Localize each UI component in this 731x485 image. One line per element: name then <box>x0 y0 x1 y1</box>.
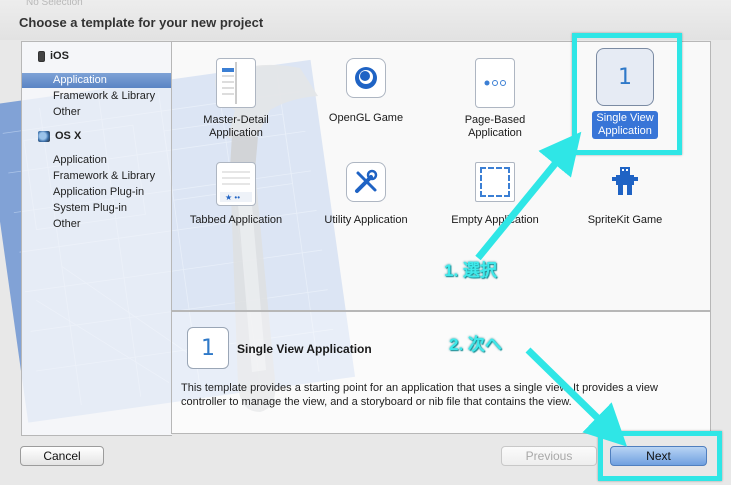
template-label: SpriteKit Game <box>587 214 663 226</box>
cancel-button[interactable]: Cancel <box>20 446 104 466</box>
sidebar-item-osx-application-plugin[interactable]: Application Plug-in <box>22 185 172 200</box>
dialog-heading: Choose a template for your new project <box>19 15 264 30</box>
sidebar-group-ios: iOS <box>38 50 69 62</box>
template-spritekit[interactable]: SpriteKit Game <box>560 162 690 228</box>
template-label: Utility Application <box>324 214 408 226</box>
iphone-icon <box>38 50 45 62</box>
template-label: Master-Detail Application <box>203 114 269 139</box>
annotation-step1: 1. 選択 <box>444 261 497 280</box>
window-title: No Selection <box>26 0 83 8</box>
template-label: Page-Based Application <box>464 114 526 139</box>
sidebar-item-ios-framework-library[interactable]: Framework & Library <box>22 89 172 104</box>
sidebar-item-ios-other[interactable]: Other <box>22 105 172 120</box>
template-master-detail[interactable]: Master-Detail Application <box>171 58 301 141</box>
osx-icon <box>38 130 50 142</box>
template-description-panel: 1 Single View Application This template … <box>171 311 711 434</box>
svg-text:★ ••: ★ •• <box>225 193 240 202</box>
template-label: Tabbed Application <box>189 214 283 226</box>
sidebar-group-label: OS X <box>55 130 82 142</box>
sidebar-item-osx-system-plugin[interactable]: System Plug-in <box>22 201 172 216</box>
previous-button[interactable]: Previous <box>501 446 597 466</box>
sidebar-group-label: iOS <box>50 50 69 62</box>
template-tabbed[interactable]: ★ •• Tabbed Application <box>171 162 301 228</box>
sidebar-item-osx-framework-library[interactable]: Framework & Library <box>22 169 172 184</box>
template-opengl-game[interactable]: OpenGL Game <box>301 58 431 126</box>
utility-icon <box>346 162 386 202</box>
description-title: Single View Application <box>237 342 372 356</box>
tabbed-icon: ★ •• <box>216 162 256 206</box>
highlight-box-next <box>598 431 722 481</box>
single-view-icon: 1 <box>187 327 229 369</box>
annotation-step2: 2. 次へ <box>449 335 502 354</box>
highlight-box-template <box>572 33 682 155</box>
page-based-icon <box>475 58 515 108</box>
description-text: This template provides a starting point … <box>181 382 658 408</box>
template-category-sidebar: iOS Application Framework & Library Othe… <box>21 41 172 436</box>
sidebar-group-osx: OS X <box>38 130 81 142</box>
empty-app-icon <box>475 162 515 202</box>
sidebar-item-osx-application[interactable]: Application <box>22 153 172 168</box>
template-page-based[interactable]: Page-Based Application <box>430 58 560 141</box>
opengl-game-icon <box>346 58 386 98</box>
template-utility[interactable]: Utility Application <box>301 162 431 228</box>
sidebar-item-ios-application[interactable]: Application <box>22 73 172 88</box>
template-label: Empty Application <box>451 214 539 226</box>
template-label: OpenGL Game <box>328 112 404 124</box>
description-icon-number: 1 <box>201 335 215 361</box>
template-empty[interactable]: Empty Application <box>430 162 560 228</box>
master-detail-icon <box>216 58 256 108</box>
sidebar-item-osx-other[interactable]: Other <box>22 217 172 232</box>
spritekit-icon <box>605 162 645 202</box>
